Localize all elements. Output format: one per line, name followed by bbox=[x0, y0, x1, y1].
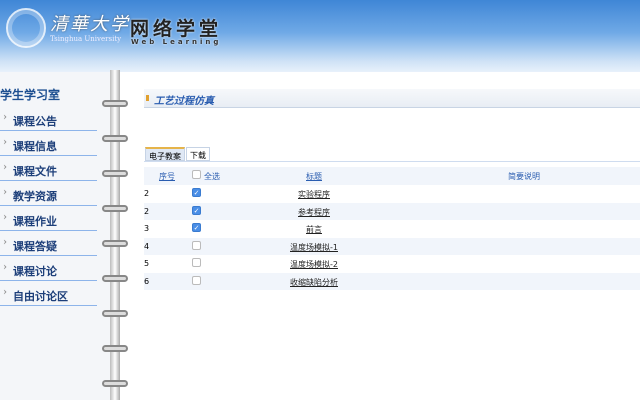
binder-ring-icon bbox=[102, 205, 128, 212]
table-row: 5 温度场模拟-2 bbox=[144, 255, 640, 273]
binder-ring-icon bbox=[102, 380, 128, 387]
column-title[interactable]: 标题 bbox=[244, 171, 384, 182]
binder-ring-icon bbox=[102, 170, 128, 177]
sidebar-title: 学生学习室 bbox=[0, 88, 61, 102]
binder-ring-icon bbox=[102, 240, 128, 247]
row-title-link[interactable]: 温度场模拟-1 bbox=[244, 242, 384, 253]
university-logo-text: 清華大学 bbox=[50, 14, 130, 35]
sidebar-item[interactable]: 课程信息 bbox=[0, 131, 97, 156]
tab-divider bbox=[144, 161, 640, 162]
university-english-name: Tsinghua University bbox=[50, 35, 122, 43]
sidebar-item[interactable]: 课程作业 bbox=[0, 206, 97, 231]
header-banner: 清華大学 Tsinghua University 网络学堂 Web Learni… bbox=[0, 0, 640, 72]
tab-lecture-notes[interactable]: 电子教案 bbox=[145, 147, 185, 161]
row-checkbox[interactable]: ✓ bbox=[192, 205, 201, 215]
tsinghua-seal-logo bbox=[6, 8, 46, 48]
table-header: 序号 全选 标题 简要说明 bbox=[144, 167, 640, 185]
sidebar: 学生学习室 课程公告课程信息课程文件教学资源课程作业课程答疑课程讨论自由讨论区 bbox=[0, 72, 110, 400]
table-row: 2 ✓ 参考程序 bbox=[144, 202, 640, 220]
binder-ring-icon bbox=[102, 345, 128, 352]
row-index: 6 bbox=[144, 276, 150, 286]
row-index: 4 bbox=[144, 241, 150, 251]
row-title-link[interactable]: 前言 bbox=[244, 224, 384, 235]
table-row: 3 ✓ 前言 bbox=[144, 220, 640, 238]
sidebar-item[interactable]: 课程公告 bbox=[0, 106, 97, 131]
binder-ring-icon bbox=[102, 135, 128, 142]
row-index: 3 bbox=[144, 224, 150, 233]
row-index: 2 bbox=[144, 206, 150, 216]
binder-ring-icon bbox=[102, 310, 128, 317]
site-subtitle: Web Learning bbox=[131, 38, 222, 46]
row-index: 5 bbox=[144, 259, 150, 268]
sidebar-item[interactable]: 自由讨论区 bbox=[0, 281, 97, 306]
sidebar-item[interactable]: 课程答疑 bbox=[0, 231, 97, 256]
site-title: 网络学堂 bbox=[130, 18, 223, 40]
sidebar-item[interactable]: 课程讨论 bbox=[0, 256, 97, 281]
tab-download[interactable]: 下载 bbox=[186, 147, 210, 161]
row-checkbox[interactable]: ✓ bbox=[192, 188, 201, 197]
page-title-bar: 工艺过程仿真 bbox=[144, 89, 640, 108]
select-all-checkbox[interactable] bbox=[192, 170, 201, 179]
binder-ring-icon bbox=[102, 100, 128, 107]
table-row: 6 收缩缺陷分析 bbox=[144, 272, 640, 290]
row-title-link[interactable]: 收缩缺陷分析 bbox=[244, 277, 384, 288]
column-description: 简要说明 bbox=[508, 172, 540, 181]
column-index[interactable]: 序号 bbox=[159, 171, 175, 182]
row-index: 2 bbox=[144, 189, 150, 198]
table-row: 4 温度场模拟-1 bbox=[144, 237, 640, 255]
row-checkbox[interactable] bbox=[192, 240, 201, 250]
row-title-link[interactable]: 实验程序 bbox=[244, 189, 384, 200]
row-title-link[interactable]: 温度场模拟-2 bbox=[244, 259, 384, 270]
binder-ring-icon bbox=[102, 275, 128, 282]
row-checkbox[interactable] bbox=[192, 275, 201, 285]
row-checkbox[interactable]: ✓ bbox=[192, 223, 201, 232]
select-all-label: 全选 bbox=[204, 172, 220, 181]
sidebar-item[interactable]: 课程文件 bbox=[0, 156, 97, 181]
table-row: 2 ✓ 实验程序 bbox=[144, 185, 640, 203]
row-checkbox[interactable] bbox=[192, 258, 201, 267]
row-title-link[interactable]: 参考程序 bbox=[244, 207, 384, 218]
page-title: 工艺过程仿真 bbox=[154, 96, 214, 107]
sidebar-item[interactable]: 教学资源 bbox=[0, 181, 97, 206]
